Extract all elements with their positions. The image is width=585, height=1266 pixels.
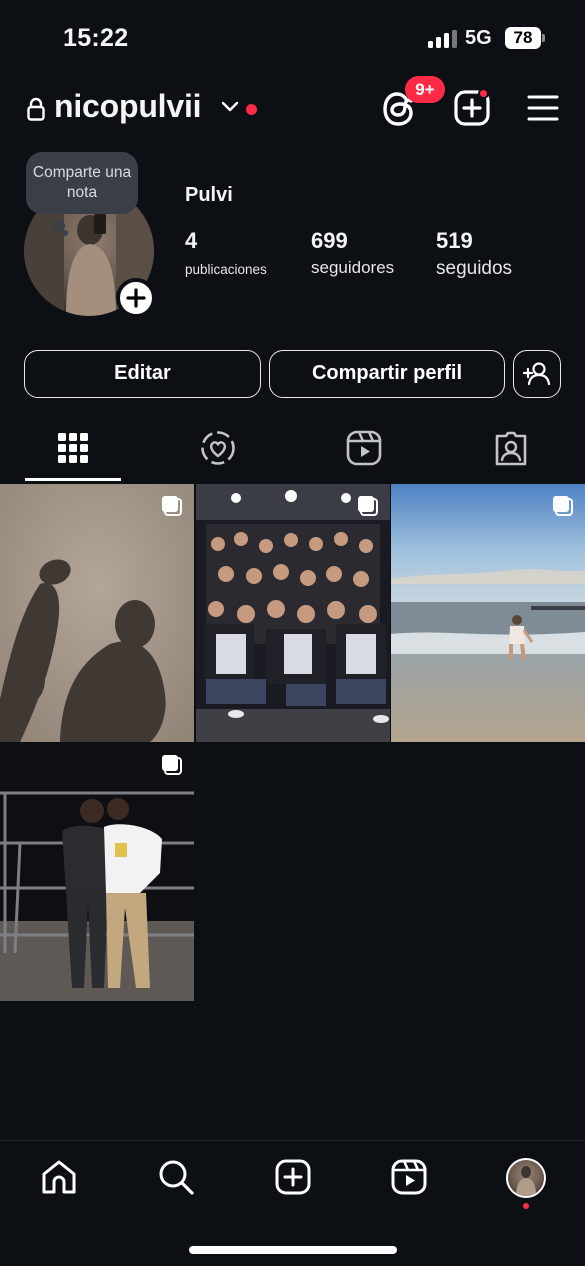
add-person-icon — [522, 362, 551, 386]
profile-notification-dot — [523, 1203, 529, 1209]
carousel-icon — [358, 496, 378, 516]
tab-grid[interactable] — [53, 428, 93, 468]
stat-following-count: 519 — [436, 228, 473, 253]
battery-icon: 78 — [505, 27, 541, 49]
display-name: Pulvi — [185, 184, 233, 206]
post-thumbnail-2[interactable] — [196, 484, 390, 742]
stat-followers-label: seguidores — [311, 258, 395, 277]
stat-following-label: seguidos — [436, 258, 513, 279]
home-indicator — [189, 1246, 397, 1254]
stat-following[interactable]: 519 seguidos — [436, 228, 512, 280]
reels-icon[interactable] — [390, 1158, 428, 1196]
network-type: 5G — [465, 27, 492, 49]
chevron-down-icon[interactable] — [221, 100, 239, 114]
status-bar: 15:22 5G 78 — [0, 0, 585, 78]
note-bubble-tail-small — [62, 230, 68, 236]
menu-icon[interactable] — [527, 94, 559, 122]
search-icon[interactable] — [157, 1158, 195, 1196]
username-notification-dot — [246, 104, 257, 115]
carousel-icon — [553, 496, 573, 516]
discover-people-button[interactable] — [513, 350, 561, 398]
stat-posts[interactable]: 4 publicaciones — [185, 228, 267, 277]
carousel-icon — [162, 755, 182, 775]
stat-followers[interactable]: 699 seguidores — [311, 228, 394, 278]
threads-notification-badge: 9+ — [405, 76, 445, 103]
lock-icon — [27, 97, 45, 121]
edit-profile-button[interactable]: Editar — [24, 350, 261, 398]
tab-tagged[interactable] — [491, 428, 531, 468]
active-tab-indicator — [25, 478, 121, 481]
post-thumbnail-4[interactable] — [0, 743, 194, 1001]
username-switcher[interactable]: nicopulvii — [54, 88, 202, 125]
stat-posts-count: 4 — [185, 228, 198, 253]
battery-tip — [542, 34, 545, 42]
carousel-icon — [162, 496, 182, 516]
add-story-button[interactable] — [116, 278, 156, 318]
tab-reposts[interactable] — [198, 428, 238, 468]
signal-icon — [428, 30, 458, 48]
tab-reels[interactable] — [344, 428, 384, 468]
note-bubble[interactable]: Comparte una nota — [26, 152, 138, 214]
profile-tab-avatar[interactable] — [506, 1158, 546, 1198]
stat-posts-label: publicaciones — [185, 262, 267, 277]
share-profile-button[interactable]: Compartir perfil — [269, 350, 505, 398]
profile-header: nicopulvii 9+ — [0, 76, 585, 140]
status-time: 15:22 — [63, 24, 129, 52]
create-icon[interactable] — [274, 1158, 312, 1196]
post-thumbnail-3[interactable] — [391, 484, 585, 742]
post-thumbnail-1[interactable] — [0, 484, 194, 742]
home-icon[interactable] — [40, 1158, 78, 1196]
create-notification-dot — [478, 88, 489, 99]
stat-followers-count: 699 — [311, 228, 348, 253]
